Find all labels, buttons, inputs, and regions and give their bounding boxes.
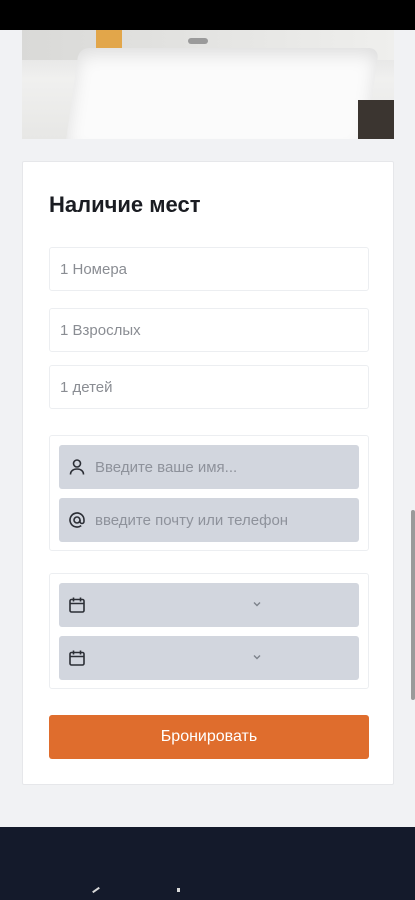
chevron-down-icon [251,650,263,667]
calendar-icon [59,649,95,667]
photo-sink-basin [64,48,380,139]
booking-title: Наличие мест [49,192,201,217]
book-button[interactable]: Бронировать [49,715,369,759]
email-placeholder: введите почту или телефон [95,511,289,529]
photo-cabinet [358,100,394,139]
footer-glyph [92,886,100,894]
children-value: 1 детей [60,378,113,396]
chevron-down-icon [251,597,263,614]
room-photo [22,30,394,139]
calendar-icon [59,596,95,614]
scrollbar[interactable] [411,510,415,700]
user-icon [59,458,95,476]
checkout-date-select[interactable] [59,636,359,680]
email-input[interactable]: введите почту или телефон [59,498,359,542]
at-icon [59,511,95,529]
rooms-field[interactable]: 1 Номера [49,247,369,291]
booking-card: Наличие мест 1 Номера 1 Взрослых 1 детей… [22,161,394,785]
dates-group [49,573,369,689]
checkin-date-select[interactable] [59,583,359,627]
adults-field[interactable]: 1 Взрослых [49,308,369,352]
children-field[interactable]: 1 детей [49,365,369,409]
footer [0,827,415,900]
status-bar [0,0,415,30]
contact-group: Введите ваше имя... введите почту или те… [49,435,369,551]
footer-glyph [177,888,180,892]
name-placeholder: Введите ваше имя... [95,458,238,476]
name-input[interactable]: Введите ваше имя... [59,445,359,489]
adults-value: 1 Взрослых [60,321,141,339]
photo-faucet [188,38,208,44]
rooms-value: 1 Номера [60,260,128,278]
